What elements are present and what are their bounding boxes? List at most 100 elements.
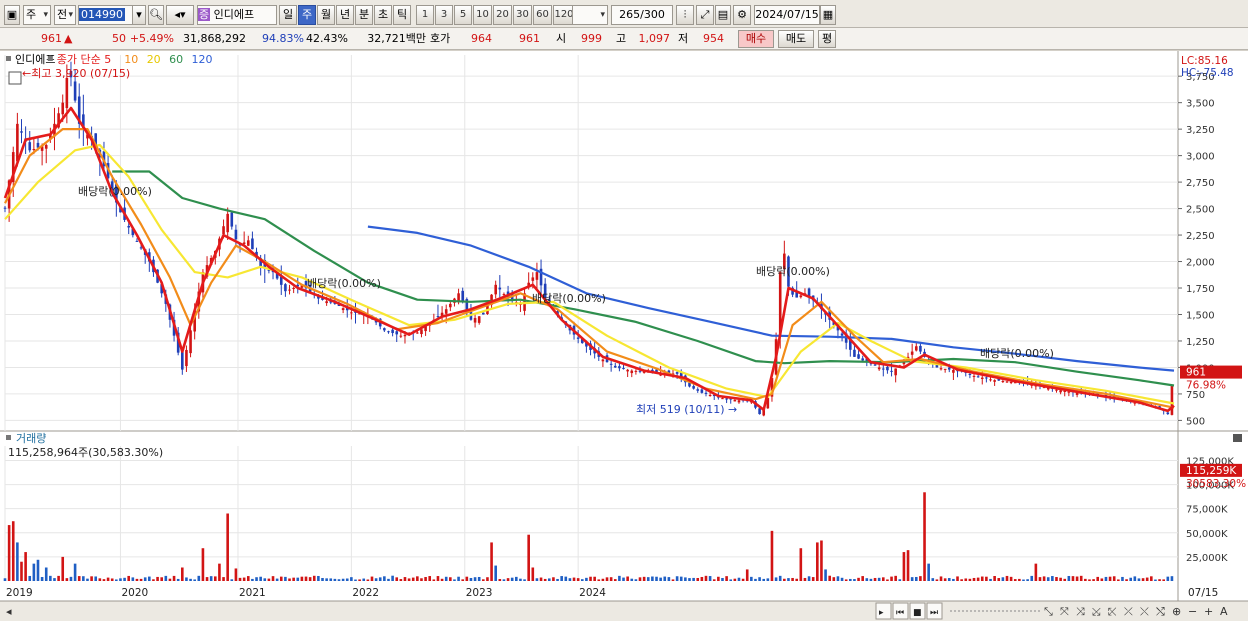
period-tab-0[interactable]: 일	[279, 5, 297, 25]
search-icon[interactable]: 🔍︎	[148, 5, 164, 25]
price-tick-label: 2,750	[1186, 178, 1215, 189]
legend-item-5: 120	[192, 53, 213, 66]
volume-bar	[1038, 577, 1042, 581]
candle-body	[535, 272, 539, 280]
volume-bar	[1108, 576, 1112, 581]
candle-body	[976, 376, 980, 378]
volume-bar	[968, 578, 972, 581]
candle-body	[292, 288, 295, 290]
candle-body	[737, 400, 741, 403]
period-tab-4[interactable]: 분	[355, 5, 373, 25]
interval-button-10[interactable]: 10	[473, 5, 492, 25]
interval-button-3[interactable]: 3	[435, 5, 453, 25]
volume-bar	[143, 577, 147, 581]
volume-bar	[539, 577, 543, 581]
sound-icon[interactable]: ◂▾	[166, 5, 194, 25]
x-tick-label: 2022	[352, 587, 379, 599]
interval-select[interactable]	[572, 5, 608, 25]
low-label: 저	[678, 32, 689, 45]
candle-body	[626, 369, 629, 372]
volume-bar	[181, 567, 184, 581]
interval-button-20[interactable]: 20	[493, 5, 512, 25]
volume-tick-label: 75,000K	[1186, 505, 1228, 516]
volume-bar	[651, 576, 654, 581]
volume-bar	[234, 568, 238, 581]
average-button[interactable]: 평	[818, 30, 836, 48]
period-tab-6[interactable]: 틱	[393, 5, 411, 25]
volume-panel-close-icon[interactable]	[1233, 434, 1242, 442]
candle-body	[630, 370, 634, 374]
volume-bar	[205, 577, 209, 581]
candle-body	[341, 308, 345, 311]
high-annotation: ←최고 3,920 (07/15)	[22, 67, 130, 80]
settings-gear-icon[interactable]: ⚙	[733, 5, 751, 25]
candle-body	[919, 345, 922, 352]
candle-body	[284, 284, 287, 292]
period-tab-5[interactable]: 초	[374, 5, 392, 25]
interval-button-1[interactable]: 1	[416, 5, 434, 25]
market-select[interactable]: 주	[23, 5, 51, 25]
candle-body	[403, 334, 407, 337]
volume-bar	[498, 579, 502, 581]
interval-button-60[interactable]: 60	[533, 5, 552, 25]
candle-body	[881, 368, 885, 370]
candle-body	[189, 330, 192, 354]
volume-bar	[787, 578, 790, 581]
stock-chart[interactable]: 5007501,0001,2501,5001,7502,0002,2502,50…	[0, 51, 1248, 621]
volume-bar	[692, 577, 695, 581]
drawing-tool-icon[interactable]: ⤢	[696, 5, 714, 25]
candle-body	[16, 123, 19, 162]
chart-expand-icon[interactable]	[8, 71, 22, 85]
candle-type-icon[interactable]: ⫶	[676, 5, 694, 25]
candle-body	[708, 394, 712, 396]
volume-bar	[218, 563, 221, 581]
volume-bar	[840, 577, 844, 581]
volume-bar	[94, 576, 98, 581]
volume-bar	[1067, 575, 1071, 581]
date-field[interactable]: 2024/07/15	[754, 5, 820, 25]
volume-bar	[115, 579, 118, 581]
volume-bar	[519, 578, 522, 581]
volume-bar	[457, 576, 460, 581]
volume-bar	[148, 576, 151, 581]
volume-bar	[449, 577, 452, 581]
period-tab-1[interactable]: 주	[298, 5, 316, 25]
price-tick-label: 3,250	[1186, 125, 1215, 136]
volume-bar	[622, 577, 625, 581]
volume-bar	[952, 578, 955, 581]
tool-icon-7: ⤭	[1156, 605, 1165, 618]
period-tab-3[interactable]: 년	[336, 5, 354, 25]
count-field[interactable]: 265/300	[611, 5, 673, 25]
volume-bar	[213, 576, 217, 581]
volume-bar	[486, 577, 489, 581]
interval-button-5[interactable]: 5	[454, 5, 472, 25]
volume-bar	[696, 577, 700, 581]
volume-bar	[684, 577, 687, 581]
volume-bar	[618, 575, 621, 581]
interval-button-30[interactable]: 30	[513, 5, 532, 25]
calendar-icon[interactable]: ▦	[820, 5, 836, 25]
volume-bar	[1162, 579, 1165, 581]
tool-icon-10: +	[1204, 605, 1213, 618]
sell-button[interactable]: 매도	[778, 30, 814, 48]
mode-select[interactable]: 전	[54, 5, 76, 25]
open-price: 999	[581, 32, 602, 45]
stock-name-field[interactable]: 증 인디에프	[197, 5, 277, 25]
volume-bar	[568, 578, 572, 581]
buy-button[interactable]: 매수	[738, 30, 774, 48]
x-tick-label: 2021	[239, 587, 266, 599]
volume-bar	[337, 579, 341, 581]
volume-bar	[36, 559, 40, 581]
code-dropdown-icon[interactable]: ▾	[132, 5, 146, 25]
window-menu-icon[interactable]: ▣	[4, 5, 20, 25]
candle-body	[230, 212, 234, 227]
volume-bar	[980, 576, 984, 581]
candle-body	[65, 77, 69, 109]
candle-body	[910, 351, 914, 355]
save-icon[interactable]: ▤	[715, 5, 731, 25]
volume-bar	[510, 577, 514, 581]
candle-body	[288, 289, 291, 291]
volume-bar	[288, 578, 291, 581]
period-tab-2[interactable]: 월	[317, 5, 335, 25]
tool-icon-11: A	[1220, 605, 1228, 618]
